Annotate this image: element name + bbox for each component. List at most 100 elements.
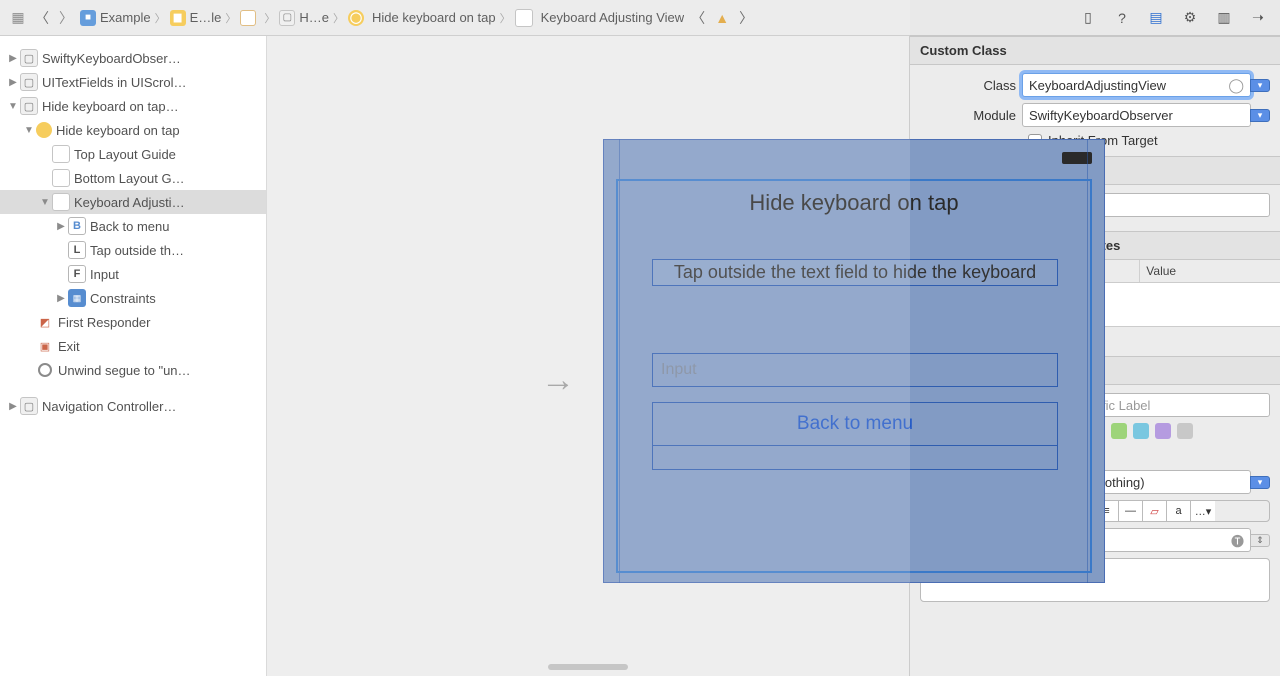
outline-scene[interactable]: ▶▢Navigation Controller… bbox=[0, 394, 266, 418]
outline-scene[interactable]: ▶▢SwiftyKeyboardObser… bbox=[0, 46, 266, 70]
lock-dropdown[interactable]: ▾ bbox=[1250, 476, 1270, 489]
swatch-grey[interactable] bbox=[1177, 423, 1193, 439]
strike-icon[interactable]: ▱ bbox=[1143, 501, 1167, 521]
warning-icon[interactable]: ▲ bbox=[712, 8, 732, 28]
placeholder: Input bbox=[661, 361, 697, 379]
col-header: Value bbox=[1140, 260, 1280, 282]
outline-label: Back to menu bbox=[90, 219, 170, 234]
viewcontroller-icon bbox=[36, 122, 52, 138]
field-label: Module bbox=[920, 108, 1022, 123]
outline-label: UITextFields in UIScrol… bbox=[42, 75, 186, 90]
outline-viewcontroller[interactable]: ▼Hide keyboard on tap bbox=[0, 118, 266, 142]
nav-bar: ▦ 〈 〉 ■ Example 〉 ▆ E…le 〉 〉 ▢ H…e 〉 ◯ H… bbox=[0, 0, 1280, 36]
module-dropdown[interactable]: ▾ bbox=[1250, 109, 1270, 122]
chevron-icon: 〉 bbox=[262, 10, 277, 26]
scene-icon: ▢ bbox=[279, 10, 295, 26]
textfield-icon: F bbox=[68, 265, 86, 283]
outline-exit[interactable]: ▣Exit bbox=[0, 334, 266, 358]
outline-label: SwiftyKeyboardObser… bbox=[42, 51, 181, 66]
outline-view-selected[interactable]: ▼Keyboard Adjusti… bbox=[0, 190, 266, 214]
layoutguide-icon bbox=[52, 145, 70, 163]
help-inspector-icon[interactable]: ? bbox=[1112, 8, 1132, 28]
chevron-icon: 〉 bbox=[331, 10, 346, 26]
nav-back-icon[interactable]: 〈 bbox=[688, 8, 708, 28]
textfield-input[interactable]: Input bbox=[652, 353, 1058, 387]
resize-handle[interactable] bbox=[548, 664, 628, 670]
outline-label[interactable]: LTap outside th… bbox=[0, 238, 266, 262]
attributes-inspector-icon[interactable]: ⚙ bbox=[1180, 8, 1200, 28]
outline-button[interactable]: ▶BBack to menu bbox=[0, 214, 266, 238]
back-button[interactable]: Back to menu bbox=[652, 402, 1058, 470]
segue-arrow-icon: → bbox=[541, 361, 575, 400]
nav-fwd-icon[interactable]: 〉 bbox=[736, 8, 756, 28]
connections-inspector-icon[interactable]: ➝ bbox=[1248, 8, 1268, 28]
class-dropdown[interactable]: ▾ bbox=[1250, 79, 1270, 92]
unwind-icon bbox=[36, 361, 54, 379]
outline-label: Exit bbox=[58, 339, 80, 354]
outline-layout-guide[interactable]: Top Layout Guide bbox=[0, 142, 266, 166]
swatch-purple[interactable] bbox=[1155, 423, 1171, 439]
outline-label: Keyboard Adjusti… bbox=[74, 195, 185, 210]
firstresponder-icon: ◩ bbox=[36, 313, 54, 331]
storyboard-icon bbox=[240, 10, 256, 26]
crumb-scene[interactable]: ▢ H…e bbox=[279, 10, 329, 26]
button-foot bbox=[653, 445, 1057, 469]
label-icon: L bbox=[68, 241, 86, 259]
outline-unwind[interactable]: Unwind segue to "un… bbox=[0, 358, 266, 382]
hr-icon[interactable]: ― bbox=[1119, 501, 1143, 521]
outline-label: Input bbox=[90, 267, 119, 282]
font-stepper[interactable]: ⇕ bbox=[1250, 534, 1270, 547]
outline-scene[interactable]: ▶▢UITextFields in UIScrol… bbox=[0, 70, 266, 94]
input-value: KeyboardAdjustingView bbox=[1029, 78, 1166, 93]
swatch-blue[interactable] bbox=[1133, 423, 1149, 439]
document-outline[interactable]: ▶▢SwiftyKeyboardObser… ▶▢UITextFields in… bbox=[0, 36, 267, 676]
forward-icon[interactable]: 〉 bbox=[56, 8, 76, 28]
breadcrumb: ■ Example 〉 ▆ E…le 〉 〉 ▢ H…e 〉 ◯ Hide ke… bbox=[80, 9, 684, 27]
file-inspector-icon[interactable]: ▯ bbox=[1078, 8, 1098, 28]
related-items-icon[interactable]: ▦ bbox=[8, 8, 28, 28]
inspector-tabs: ▯ ? ▤ ⚙ ▥ ➝ bbox=[1078, 8, 1272, 28]
margin-guide bbox=[1087, 139, 1088, 583]
margin-guide bbox=[619, 139, 620, 583]
storyboard-icon: ▢ bbox=[20, 97, 38, 115]
class-input[interactable]: KeyboardAdjustingView ◯ bbox=[1022, 73, 1251, 97]
storyboard-icon: ▢ bbox=[20, 49, 38, 67]
crumb-project[interactable]: ■ Example bbox=[80, 10, 151, 26]
static-label[interactable]: Tap outside the text field to hide the k… bbox=[652, 259, 1058, 286]
project-icon: ■ bbox=[80, 10, 96, 26]
chevron-icon: 〉 bbox=[153, 10, 168, 26]
crumb-view[interactable]: Keyboard Adjusting View bbox=[515, 9, 685, 27]
crumb-storyboard[interactable] bbox=[240, 10, 260, 26]
ib-canvas[interactable]: → Hide keyboard on tap Tap outside the t… bbox=[267, 36, 910, 676]
outline-textfield[interactable]: F Input bbox=[0, 262, 266, 286]
clear-icon[interactable]: ◯ bbox=[1228, 77, 1244, 94]
outline-first-responder[interactable]: ◩First Responder bbox=[0, 310, 266, 334]
more-icon[interactable]: …▾ bbox=[1191, 501, 1215, 521]
size-inspector-icon[interactable]: ▥ bbox=[1214, 8, 1234, 28]
button-icon: B bbox=[68, 217, 86, 235]
outline-label: Navigation Controller… bbox=[42, 399, 176, 414]
back-icon[interactable]: 〈 bbox=[32, 8, 52, 28]
layoutguide-icon bbox=[52, 169, 70, 187]
outline-label: Unwind segue to "un… bbox=[58, 363, 191, 378]
view-icon bbox=[515, 9, 533, 27]
swatch-green[interactable] bbox=[1111, 423, 1127, 439]
button-label: Back to menu bbox=[653, 403, 1057, 445]
device-frame[interactable]: Hide keyboard on tap Tap outside the tex… bbox=[603, 139, 1105, 583]
view-icon bbox=[52, 193, 70, 211]
outline-label: Hide keyboard on tap bbox=[56, 123, 180, 138]
identity-inspector-icon[interactable]: ▤ bbox=[1146, 8, 1166, 28]
crumb-text: Example bbox=[100, 10, 151, 25]
outline-label: Constraints bbox=[90, 291, 156, 306]
crumb-text: Hide keyboard on tap bbox=[372, 10, 496, 25]
outline-constraints[interactable]: ▶▦Constraints bbox=[0, 286, 266, 310]
outline-layout-guide[interactable]: Bottom Layout G… bbox=[0, 166, 266, 190]
crumb-folder[interactable]: ▆ E…le bbox=[170, 10, 222, 26]
crumb-vc[interactable]: ◯ Hide keyboard on tap bbox=[348, 10, 496, 26]
font-picker-icon[interactable]: 🅣 bbox=[1231, 531, 1244, 550]
textbox-icon[interactable]: a bbox=[1167, 501, 1191, 521]
module-input[interactable]: SwiftyKeyboardObserver bbox=[1022, 103, 1251, 127]
outline-scene[interactable]: ▼▢Hide keyboard on tap… bbox=[0, 94, 266, 118]
chevron-icon: 〉 bbox=[223, 10, 238, 26]
storyboard-icon: ▢ bbox=[20, 397, 38, 415]
